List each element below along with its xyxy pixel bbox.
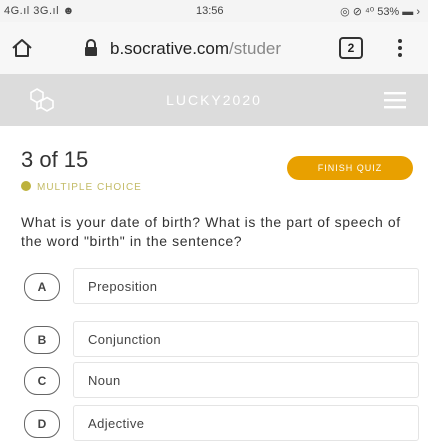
more-options-icon[interactable] (397, 36, 403, 60)
answer-option-d[interactable]: D Adjective (21, 405, 419, 441)
finish-quiz-button[interactable]: FINISH QUIZ (287, 156, 413, 180)
answer-label: Conjunction (88, 332, 162, 347)
answer-option-c[interactable]: C Noun (21, 362, 419, 398)
room-name: LUCKY2020 (166, 92, 262, 108)
question-type-label: MULTIPLE CHOICE (37, 182, 142, 193)
address-bar[interactable]: b.socrative.com/studer (110, 39, 281, 59)
url-path: /studer (229, 39, 282, 58)
answer-option-b[interactable]: B Conjunction (21, 321, 419, 357)
question-type: MULTIPLE CHOICE (21, 181, 142, 193)
answer-box[interactable]: Preposition (73, 268, 419, 304)
tab-switcher-button[interactable]: 2 (339, 37, 363, 59)
answer-letter-badge: B (24, 326, 60, 354)
answer-label: Noun (88, 373, 121, 388)
answer-label: Preposition (88, 279, 158, 294)
browser-toolbar: b.socrative.com/studer 2 (0, 22, 428, 75)
answer-label: Adjective (88, 416, 145, 431)
home-icon[interactable] (10, 36, 34, 60)
question-type-dot-icon (21, 181, 31, 191)
answer-box[interactable]: Conjunction (73, 321, 419, 357)
clock: 13:56 (196, 5, 224, 17)
question-text: What is your date of birth? What is the … (21, 214, 401, 249)
answer-letter-badge: C (24, 367, 60, 395)
lock-icon (85, 39, 97, 56)
status-bar: 4G.ıl 3G.ıl ☻ 13:56 ◎ ⊘ ⁴⁰ 53% ▬ › (0, 0, 428, 22)
menu-icon[interactable] (384, 91, 406, 109)
answer-letter-badge: A (24, 273, 60, 301)
url-domain: b.socrative.com (110, 39, 230, 58)
answer-box[interactable]: Adjective (73, 405, 419, 441)
system-indicators: ◎ ⊘ ⁴⁰ 53% ▬ › (340, 6, 420, 18)
signal-indicators: 4G.ıl 3G.ıl ☻ (4, 5, 75, 17)
app-header: LUCKY2020 (0, 74, 428, 126)
answer-option-a[interactable]: A Preposition (21, 268, 419, 304)
question-progress: 3 of 15 (21, 147, 89, 172)
answer-box[interactable]: Noun (73, 362, 419, 398)
